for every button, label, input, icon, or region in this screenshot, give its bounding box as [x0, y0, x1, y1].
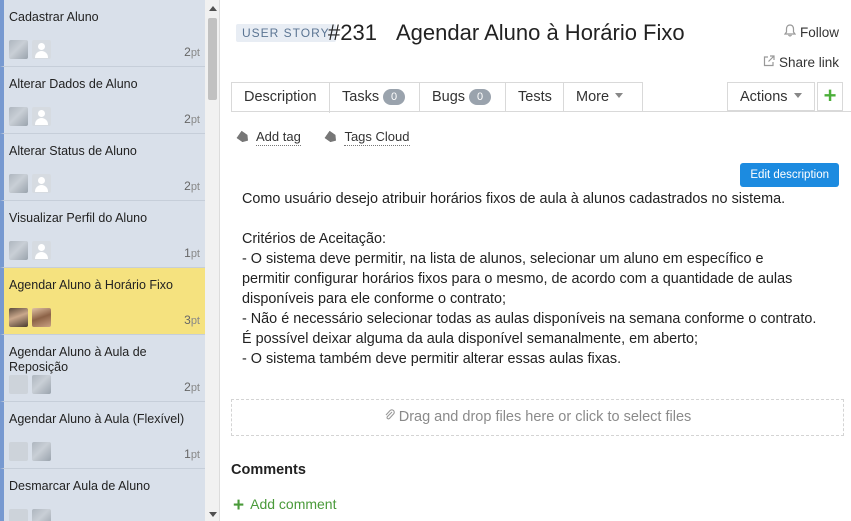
- description-line: Critérios de Aceitação:: [242, 231, 386, 247]
- list-item-title: Agendar Aluno à Aula de Reposição: [9, 345, 147, 374]
- chevron-down-icon: [615, 93, 624, 98]
- paperclip-icon: [384, 400, 395, 435]
- avatar: [32, 375, 51, 394]
- points-badge: 3pt: [184, 313, 200, 327]
- list-item-title: Cadastrar Aluno: [9, 10, 99, 24]
- story-list: Cadastrar Aluno 2pt Alterar Dados de Alu…: [0, 0, 205, 521]
- list-item-title: Alterar Dados de Aluno: [9, 77, 138, 91]
- avatar: [32, 509, 51, 521]
- bell-icon: [783, 24, 797, 40]
- edit-description-button[interactable]: Edit description: [740, 163, 839, 187]
- list-item[interactable]: Cadastrar Aluno 2pt: [0, 0, 205, 67]
- tags-row: Add tag Tags Cloud: [236, 129, 410, 146]
- avatar: [9, 442, 28, 461]
- list-item[interactable]: Visualizar Perfil do Aluno 1pt: [0, 201, 205, 268]
- tags-cloud-link[interactable]: Tags Cloud: [344, 129, 410, 146]
- list-item-title: Desmarcar Aula de Aluno: [9, 479, 151, 493]
- list-item-selected[interactable]: Agendar Aluno à Horário Fixo 3pt: [0, 268, 205, 335]
- entity-view: USER STORY #231 Agendar Aluno à Horário …: [221, 0, 851, 521]
- actions-dropdown[interactable]: Actions: [727, 82, 815, 111]
- avatar: [9, 375, 28, 394]
- tab-description[interactable]: Description: [232, 83, 330, 113]
- description-line: - O sistema deve permitir, na lista de a…: [242, 251, 764, 267]
- avatar: [9, 308, 28, 327]
- list-item-title: Alterar Status de Aluno: [9, 144, 137, 158]
- description-blank-line: [242, 209, 842, 229]
- avatar: [9, 174, 28, 193]
- entity-title[interactable]: Agendar Aluno à Horário Fixo: [396, 20, 685, 46]
- description-line: - O sistema também deve permitir alterar…: [242, 351, 622, 367]
- file-dropzone[interactable]: Drag and drop files here or click to sel…: [231, 399, 844, 436]
- user-placeholder-icon: [32, 241, 51, 260]
- description-line: - Não é necessário selecionar todas as a…: [242, 311, 817, 327]
- avatar: [9, 107, 28, 126]
- follow-button[interactable]: Follow: [783, 24, 839, 40]
- avatar: [9, 40, 28, 59]
- points-badge: 2pt: [184, 45, 200, 59]
- user-placeholder-icon: [32, 40, 51, 59]
- entity-tabs: Description Tasks 0 Bugs 0 Tests More: [231, 82, 644, 113]
- description-line: É possível deixar alguma da aula disponí…: [242, 331, 698, 347]
- scroll-up-icon[interactable]: [209, 6, 217, 11]
- entity-type-badge: USER STORY: [236, 24, 336, 42]
- tab-tasks[interactable]: Tasks 0: [330, 83, 420, 111]
- list-item[interactable]: Agendar Aluno à Aula de Reposição 2pt: [0, 335, 205, 402]
- tab-tests[interactable]: Tests: [506, 83, 564, 111]
- entity-id: #231: [328, 20, 377, 45]
- user-placeholder-icon: [32, 107, 51, 126]
- bugs-count-badge: 0: [469, 89, 492, 105]
- share-link-button[interactable]: Share link: [763, 55, 839, 70]
- list-item[interactable]: Alterar Dados de Aluno 2pt: [0, 67, 205, 134]
- add-comment-button[interactable]: + Add comment: [233, 495, 336, 517]
- points-badge: 1pt: [184, 447, 200, 461]
- list-item[interactable]: Agendar Aluno à Aula (Flexível) 1pt: [0, 402, 205, 469]
- scroll-down-icon[interactable]: [209, 512, 217, 517]
- points-badge: 2pt: [184, 380, 200, 394]
- add-tag-link[interactable]: Add tag: [256, 129, 301, 146]
- tags-icon: [325, 131, 339, 145]
- avatar: [32, 308, 51, 327]
- avatar: [9, 509, 28, 521]
- avatar: [9, 241, 28, 260]
- scrollbar-thumb[interactable]: [208, 18, 217, 100]
- tabs-divider: [231, 111, 851, 112]
- points-badge: 2pt: [184, 112, 200, 126]
- points-badge: 1pt: [184, 246, 200, 260]
- points-badge: 2pt: [184, 179, 200, 193]
- description-line: Como usuário desejo atribuir horários fi…: [242, 191, 786, 207]
- description-line: permitir configurar horários fixos para …: [242, 271, 793, 287]
- tab-more[interactable]: More: [564, 83, 644, 111]
- tasks-count-badge: 0: [383, 89, 406, 105]
- comments-heading: Comments: [231, 462, 306, 478]
- plus-icon: +: [233, 495, 245, 516]
- tag-icon: [236, 131, 250, 145]
- description-text[interactable]: Como usuário desejo atribuir horários fi…: [242, 189, 842, 369]
- list-item-title: Agendar Aluno à Aula (Flexível): [9, 412, 185, 426]
- list-item-title: Visualizar Perfil do Aluno: [9, 211, 148, 225]
- user-placeholder-icon: [32, 174, 51, 193]
- description-line: disponíveis para ele conforme o contrato…: [242, 291, 506, 307]
- list-item-title: Agendar Aluno à Horário Fixo: [9, 278, 173, 292]
- list-item[interactable]: Desmarcar Aula de Aluno: [0, 469, 205, 521]
- avatar: [32, 442, 51, 461]
- external-link-icon: [763, 55, 775, 70]
- chevron-down-icon: [793, 93, 802, 98]
- list-item[interactable]: Alterar Status de Aluno 2pt: [0, 134, 205, 201]
- list-scrollbar[interactable]: [205, 0, 220, 521]
- add-button[interactable]: +: [817, 82, 843, 111]
- tab-bugs[interactable]: Bugs 0: [420, 83, 506, 111]
